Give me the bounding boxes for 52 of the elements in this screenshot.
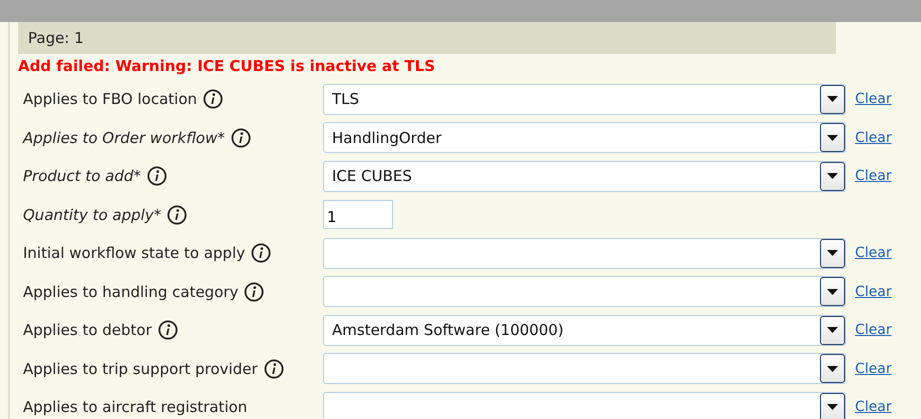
caret-icon (827, 96, 838, 102)
dropdown-field[interactable] (323, 353, 846, 384)
page-bar: Page: 1 (18, 22, 836, 54)
info-icon[interactable] (203, 89, 224, 110)
dropdown-button[interactable] (820, 123, 845, 152)
info-icon[interactable] (251, 243, 272, 264)
caret-icon (827, 250, 838, 256)
caret-icon (827, 404, 838, 410)
dropdown-button[interactable] (820, 162, 845, 191)
dropdown-field[interactable]: TLS (323, 84, 846, 115)
caret-icon (827, 366, 838, 372)
info-icon[interactable] (244, 282, 264, 302)
field-label: Quantity to apply* (23, 206, 162, 224)
clear-link[interactable]: Clear (855, 322, 892, 338)
info-icon[interactable] (230, 128, 251, 148)
dropdown-button[interactable] (820, 354, 845, 384)
info-icon[interactable] (264, 358, 284, 379)
field-label: Applies to aircraft registration (23, 398, 248, 416)
dropdown-field[interactable] (323, 238, 846, 269)
field-label: Applies to FBO location (23, 90, 198, 108)
caret-icon (827, 134, 838, 141)
field-label: Product to add* (23, 167, 141, 186)
clear-link[interactable]: Clear (855, 91, 892, 108)
field-label: Applies to trip support provider (23, 360, 258, 378)
clear-link[interactable]: Clear (855, 284, 892, 300)
clear-link[interactable]: Clear (855, 360, 892, 377)
clear-link[interactable]: Clear (855, 245, 892, 262)
dropdown-button[interactable] (820, 392, 845, 419)
clear-link[interactable]: Clear (855, 130, 892, 146)
caret-icon (827, 173, 838, 180)
dropdown-field[interactable]: ICE CUBES (323, 160, 846, 192)
dropdown-button[interactable] (820, 316, 845, 345)
dropdown-field[interactable]: HandlingOrder (323, 122, 846, 154)
clear-link[interactable]: Clear (855, 399, 892, 416)
dropdown-field[interactable] (323, 276, 846, 308)
info-icon[interactable] (167, 204, 188, 225)
dropdown-field[interactable] (323, 392, 846, 419)
caret-icon (827, 288, 838, 295)
dropdown-button[interactable] (820, 277, 845, 306)
field-label: Applies to debtor (23, 321, 152, 340)
dropdown-button[interactable] (820, 238, 845, 268)
dropdown-button[interactable] (820, 84, 845, 114)
info-icon[interactable] (146, 166, 167, 186)
quantity-field[interactable]: 1 (323, 200, 393, 230)
clear-link[interactable]: Clear (855, 168, 892, 184)
field-label: Applies to handling category (23, 282, 238, 301)
field-label: Applies to Order workflow* (23, 128, 225, 147)
caret-icon (827, 327, 838, 334)
error-message: Add failed: Warning: ICE CUBES is inactive at TLS (18, 57, 436, 77)
dropdown-field[interactable]: Amsterdam Software (100000) (323, 314, 846, 346)
field-label: Initial workflow state to apply (23, 244, 246, 262)
info-icon[interactable] (158, 320, 178, 340)
